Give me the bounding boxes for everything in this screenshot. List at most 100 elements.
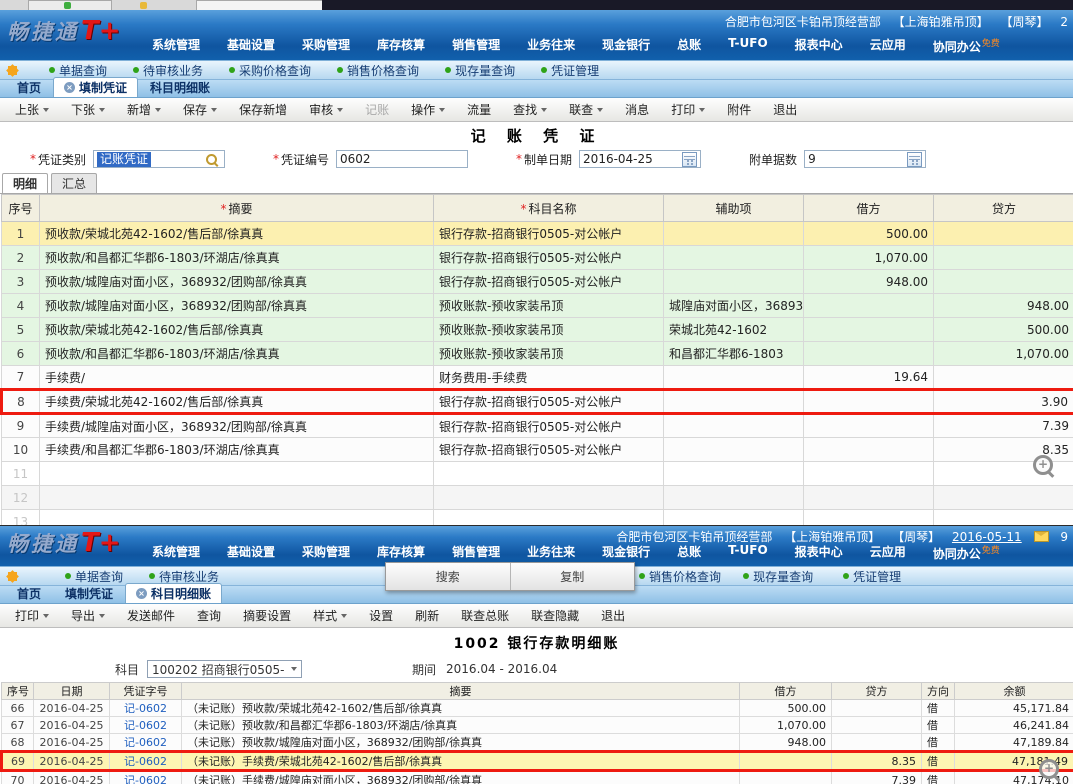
menu-item-T-UFO[interactable]: T-UFO (728, 543, 768, 562)
attachment-count-input[interactable]: 9 (804, 150, 926, 168)
voucher-row-10[interactable]: 10手续费/和昌都汇华郡6-1803/环湖店/徐真真银行存款-招商银行0505-… (2, 438, 1073, 462)
menu-item-系统管理[interactable]: 系统管理 (152, 36, 200, 55)
toolbar-button-下张[interactable]: 下张 (60, 101, 116, 118)
voucher-row-9[interactable]: 9手续费/城隍庙对面小区，368932/团购部/徐真真银行存款-招商银行0505… (2, 414, 1073, 438)
toolbar-button-新增[interactable]: 新增 (116, 101, 172, 118)
gear-icon[interactable] (6, 570, 19, 583)
menu-item-云应用[interactable]: 云应用 (870, 36, 906, 55)
zoom-in-icon[interactable]: + (1039, 759, 1059, 779)
menu-item-销售管理[interactable]: 销售管理 (452, 543, 500, 562)
toolbar-button-查询[interactable]: 查询 (186, 607, 232, 624)
gear-icon[interactable] (6, 64, 19, 77)
toolbar-button-打印[interactable]: 打印 (660, 101, 716, 118)
toolbar-button-退出[interactable]: 退出 (762, 101, 808, 118)
toolbar-button-退出[interactable]: 退出 (590, 607, 636, 624)
quicklink-单据查询[interactable]: 单据查询 (65, 568, 123, 585)
menu-item-采购管理[interactable]: 采购管理 (302, 543, 350, 562)
login-date-link[interactable]: 2016-05-11 (952, 530, 1022, 544)
menu-item-库存核算[interactable]: 库存核算 (377, 36, 425, 55)
menu-item-云应用[interactable]: 云应用 (870, 543, 906, 562)
menu-item-现金银行[interactable]: 现金银行 (602, 543, 650, 562)
toolbar-button-样式[interactable]: 样式 (302, 607, 358, 624)
voucher-link[interactable]: 记-0602 (124, 719, 167, 732)
menu-item-总账[interactable]: 总账 (677, 36, 701, 55)
quicklink-采购价格查询[interactable]: 采购价格查询 (229, 62, 311, 79)
toolbar-button-打印[interactable]: 打印 (4, 607, 60, 624)
tab-首页[interactable]: 首页 (5, 584, 53, 603)
quicklink-现存量查询[interactable]: 现存量查询 (743, 568, 813, 585)
menu-item-报表中心[interactable]: 报表中心 (795, 543, 843, 562)
tab-填制凭证[interactable]: ×填制凭证 (53, 77, 138, 97)
tab-科目明细账[interactable]: 科目明细账 (138, 78, 222, 97)
quicklink-现存量查询[interactable]: 现存量查询 (445, 62, 515, 79)
toolbar-button-保存新增[interactable]: 保存新增 (228, 101, 298, 118)
menu-item-采购管理[interactable]: 采购管理 (302, 36, 350, 55)
quicklink-待审核业务[interactable]: 待审核业务 (133, 62, 203, 79)
zoom-in-icon[interactable]: + (1033, 455, 1053, 475)
voucher-type-input[interactable]: 记账凭证 (93, 150, 225, 168)
voucher-row-5[interactable]: 5预收款/荣城北苑42-1602/售后部/徐真真预收账款-预收家装吊顶荣城北苑4… (2, 318, 1073, 342)
calendar-icon[interactable] (682, 152, 697, 167)
toolbar-button-查找[interactable]: 查找 (502, 101, 558, 118)
quicklink-待审核业务[interactable]: 待审核业务 (149, 568, 219, 585)
toolbar-button-审核[interactable]: 审核 (298, 101, 354, 118)
voucher-link[interactable]: 记-0602 (124, 702, 167, 715)
toolbar-button-发送邮件[interactable]: 发送邮件 (116, 607, 186, 624)
menu-item-协同办公[interactable]: 协同办公免费 (933, 36, 1000, 55)
voucher-row-3[interactable]: 3预收款/城隍庙对面小区，368932/团购部/徐真真银行存款-招商银行0505… (2, 270, 1073, 294)
counter-icon[interactable] (907, 152, 922, 167)
subject-select[interactable]: 100202 招商银行0505- (147, 660, 302, 678)
search-icon[interactable] (206, 154, 217, 165)
tab-科目明细账[interactable]: ×科目明细账 (125, 583, 222, 603)
toolbar-button-附件[interactable]: 附件 (716, 101, 762, 118)
quicklink-销售价格查询[interactable]: 销售价格查询 (337, 62, 419, 79)
mail-icon[interactable] (1034, 531, 1049, 542)
tab-填制凭证[interactable]: 填制凭证 (53, 584, 125, 603)
menu-item-T-UFO[interactable]: T-UFO (728, 36, 768, 55)
tab-首页[interactable]: 首页 (5, 78, 53, 97)
ledger-row-70[interactable]: 702016-04-25记-0602（未记账）手续费/城隍庙对面小区，36893… (2, 771, 1073, 784)
menu-item-基础设置[interactable]: 基础设置 (227, 36, 275, 55)
voucher-row-2[interactable]: 2预收款/和昌都汇华郡6-1803/环湖店/徐真真银行存款-招商银行0505-对… (2, 246, 1073, 270)
toolbar-button-摘要设置[interactable]: 摘要设置 (232, 607, 302, 624)
menu-item-业务往来[interactable]: 业务往来 (527, 543, 575, 562)
menu-item-业务往来[interactable]: 业务往来 (527, 36, 575, 55)
voucher-row-8[interactable]: 8手续费/荣城北苑42-1602/售后部/徐真真银行存款-招商银行0505-对公… (2, 390, 1073, 414)
menu-item-现金银行[interactable]: 现金银行 (602, 36, 650, 55)
menu-item-基础设置[interactable]: 基础设置 (227, 543, 275, 562)
subtab-汇总[interactable]: 汇总 (51, 173, 97, 193)
menu-item-销售管理[interactable]: 销售管理 (452, 36, 500, 55)
voucher-row-6[interactable]: 6预收款/和昌都汇华郡6-1803/环湖店/徐真真预收账款-预收家装吊顶和昌都汇… (2, 342, 1073, 366)
voucher-row-7[interactable]: 7手续费/财务费用-手续费19.64 (2, 366, 1073, 390)
ledger-row-68[interactable]: 682016-04-25记-0602（未记账）预收款/城隍庙对面小区，36893… (2, 734, 1073, 752)
toolbar-button-联查隐藏[interactable]: 联查隐藏 (520, 607, 590, 624)
tab-close-icon[interactable]: × (136, 588, 147, 599)
toolbar-button-导出[interactable]: 导出 (60, 607, 116, 624)
quicklink-销售价格查询[interactable]: 销售价格查询 (639, 568, 721, 585)
toolbar-button-消息[interactable]: 消息 (614, 101, 660, 118)
toolbar-button-操作[interactable]: 操作 (400, 101, 456, 118)
toolbar-button-上张[interactable]: 上张 (4, 101, 60, 118)
voucher-row-4[interactable]: 4预收款/城隍庙对面小区，368932/团购部/徐真真预收账款-预收家装吊顶城隍… (2, 294, 1073, 318)
quicklink-单据查询[interactable]: 单据查询 (49, 62, 107, 79)
search-button[interactable]: 搜索 (386, 563, 511, 590)
menu-item-系统管理[interactable]: 系统管理 (152, 543, 200, 562)
ledger-row-66[interactable]: 662016-04-25记-0602（未记账）预收款/荣城北苑42-1602/售… (2, 700, 1073, 717)
toolbar-button-联查总账[interactable]: 联查总账 (450, 607, 520, 624)
toolbar-button-联查[interactable]: 联查 (558, 101, 614, 118)
menu-item-协同办公[interactable]: 协同办公免费 (933, 543, 1000, 562)
voucher-row-1[interactable]: 1预收款/荣城北苑42-1602/售后部/徐真真银行存款-招商银行0505-对公… (2, 222, 1073, 246)
toolbar-button-流量[interactable]: 流量 (456, 101, 502, 118)
toolbar-button-设置[interactable]: 设置 (358, 607, 404, 624)
voucher-no-input[interactable]: 0602 (336, 150, 468, 168)
tab-close-icon[interactable]: × (64, 82, 75, 93)
menu-item-总账[interactable]: 总账 (677, 543, 701, 562)
subtab-明细[interactable]: 明细 (2, 173, 48, 193)
copy-button[interactable]: 复制 (511, 563, 635, 590)
voucher-link[interactable]: 记-0602 (124, 755, 167, 768)
voucher-link[interactable]: 记-0602 (124, 736, 167, 749)
ledger-row-69[interactable]: 692016-04-25记-0602（未记账）手续费/荣城北苑42-1602/售… (2, 752, 1073, 771)
quicklink-凭证管理[interactable]: 凭证管理 (541, 62, 599, 79)
toolbar-button-保存[interactable]: 保存 (172, 101, 228, 118)
toolbar-button-刷新[interactable]: 刷新 (404, 607, 450, 624)
